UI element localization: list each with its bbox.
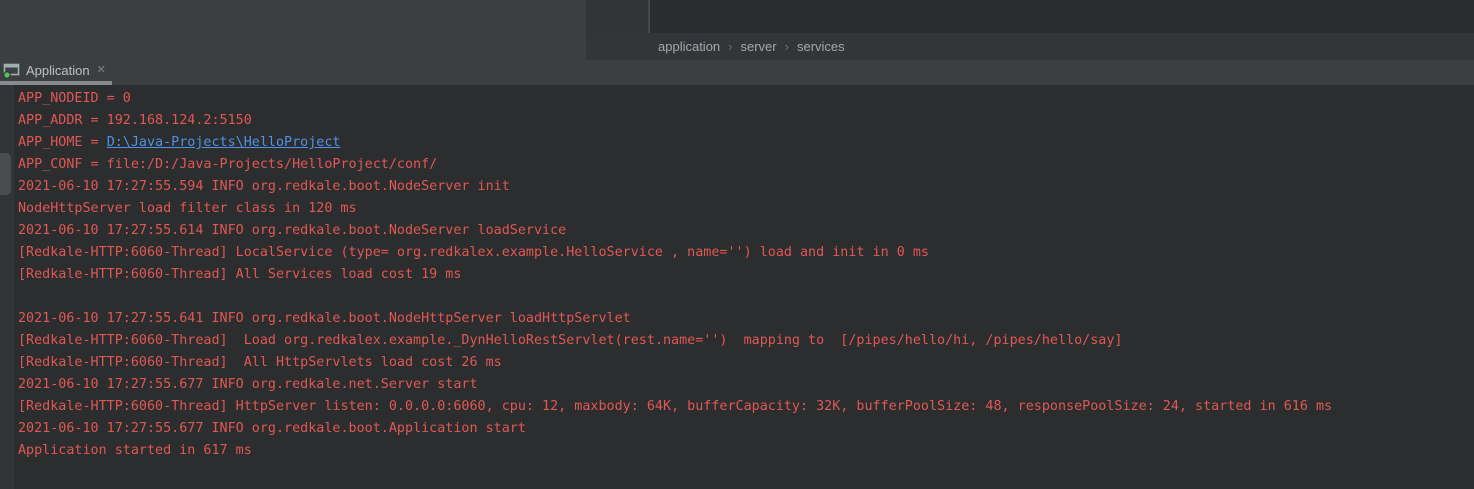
file-path-link[interactable]: D:\Java-Projects\HelloProject	[107, 135, 341, 150]
ide-window: application › server › services Application …	[0, 0, 1474, 489]
log-line: 2021-06-10 17:27:55.677 INFO org.redkale…	[18, 418, 1474, 440]
console-tab-bar: Application ✕	[0, 60, 1474, 85]
run-console-icon	[3, 62, 21, 79]
log-line: [Redkale-HTTP:6060-Thread] All HttpServl…	[18, 352, 1474, 374]
gutter-scroll-handle[interactable]	[0, 153, 11, 195]
tool-window-panel	[0, 0, 586, 60]
console-gutter	[0, 85, 14, 489]
log-line: APP_ADDR = 192.168.124.2:5150	[18, 110, 1474, 132]
log-line: APP_NODEID = 0	[18, 88, 1474, 110]
log-line: 2021-06-10 17:27:55.614 INFO org.redkale…	[18, 220, 1474, 242]
log-line: [Redkale-HTTP:6060-Thread] Load org.redk…	[18, 330, 1474, 352]
breadcrumb: application › server › services	[586, 33, 1474, 60]
log-line: 2021-06-10 17:27:55.677 INFO org.redkale…	[18, 374, 1474, 396]
log-line: Application started in 617 ms	[18, 440, 1474, 462]
console-output[interactable]: APP_NODEID = 0APP_ADDR = 192.168.124.2:5…	[0, 85, 1474, 489]
editor-area	[650, 0, 1474, 33]
log-line: APP_CONF = file:/D:/Java-Projects/HelloP…	[18, 154, 1474, 176]
close-icon[interactable]: ✕	[97, 65, 106, 76]
tab-application[interactable]: Application ✕	[0, 60, 112, 81]
breadcrumb-separator-icon: ›	[785, 39, 789, 54]
log-line: [Redkale-HTTP:6060-Thread] All Services …	[18, 264, 1474, 286]
breadcrumb-item-services[interactable]: services	[797, 39, 845, 54]
breadcrumb-item-server[interactable]: server	[741, 39, 777, 54]
tab-label: Application	[26, 63, 90, 78]
breadcrumb-item-application[interactable]: application	[658, 39, 720, 54]
log-line	[18, 286, 1474, 308]
breadcrumb-separator-icon: ›	[728, 39, 732, 54]
log-line: 2021-06-10 17:27:55.594 INFO org.redkale…	[18, 176, 1474, 198]
log-line-prefix: APP_HOME =	[18, 135, 107, 150]
editor-area-left	[586, 0, 648, 33]
log-line: [Redkale-HTTP:6060-Thread] HttpServer li…	[18, 396, 1474, 418]
log-line: [Redkale-HTTP:6060-Thread] LocalService …	[18, 242, 1474, 264]
log-line: APP_HOME = D:\Java-Projects\HelloProject	[18, 132, 1474, 154]
log-line: NodeHttpServer load filter class in 120 …	[18, 198, 1474, 220]
log-line: 2021-06-10 17:27:55.641 INFO org.redkale…	[18, 308, 1474, 330]
log-area: APP_NODEID = 0APP_ADDR = 192.168.124.2:5…	[18, 88, 1474, 462]
